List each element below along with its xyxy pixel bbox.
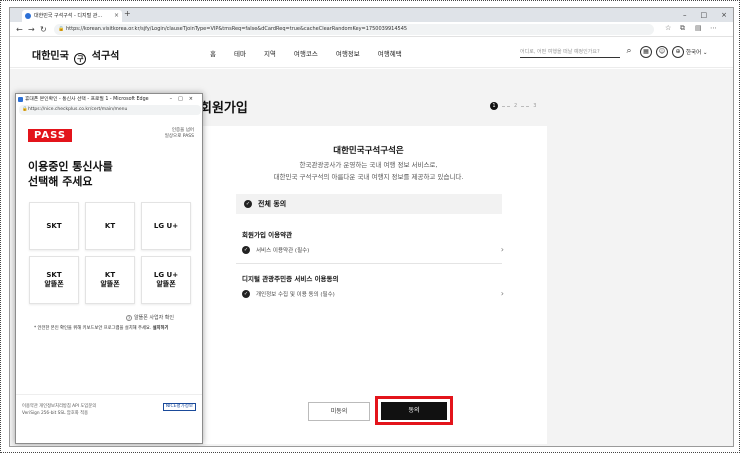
mvno-check-label: 알뜰폰 사업자 확인	[134, 315, 174, 321]
lock-icon: 🔒	[58, 26, 65, 32]
close-window-icon[interactable]: ×	[721, 8, 727, 22]
logo-emblem: 구	[74, 53, 87, 65]
terms-item-label: 서비스 이용약관 (필수)	[256, 248, 310, 254]
minimize-icon[interactable]: –	[683, 8, 687, 22]
footer-links[interactable]: 이용약관 개인정보처리방침 API 도입문의	[22, 403, 96, 409]
url-text: https://korean.visitkorea.or.kr/sjfy/Log…	[66, 26, 408, 32]
card-subtitle-1: 한국관광공사가 운영하는 국내 여행 정보 서비스로,	[299, 161, 438, 169]
favorites-icon[interactable]: ☆	[665, 24, 671, 32]
close-tab-icon[interactable]: ×	[114, 10, 119, 22]
divider	[236, 263, 502, 264]
card-subtitle-2: 대한민국 구석구석의 아름다운 국내 여행지 정보를 제공하고 있습니다.	[273, 173, 464, 181]
terms-item-service[interactable]: ✓ 서비스 이용약관 (필수) ›	[242, 245, 504, 254]
lock-icon: 🔒	[22, 107, 28, 112]
back-icon[interactable]: ←	[16, 23, 23, 36]
card-title: 대한민국구석구석은	[333, 146, 404, 156]
carrier-lgu[interactable]: LG U+	[141, 202, 191, 250]
user-icon[interactable]: ☺	[656, 46, 668, 58]
new-tab-icon[interactable]: +	[124, 9, 131, 18]
address-bar-row: ← → ↻ 🔒 https://korean.visitkorea.or.kr/…	[10, 22, 733, 37]
nav-item-theme[interactable]: 테마	[234, 48, 246, 58]
language-select[interactable]: 한국어 ⌄	[686, 48, 708, 56]
popup-url-field[interactable]: 🔒 https://nice.checkplus.co.kr/cert/main…	[19, 105, 201, 115]
refresh-icon[interactable]: ↻	[40, 23, 47, 36]
url-field[interactable]: 🔒 https://korean.visitkorea.or.kr/sjfy/L…	[54, 24, 654, 35]
pass-tagline: 인증을 넘어 일상으로 PASS	[134, 128, 194, 140]
terms-item-label: 개인정보 수집 및 이용 동의 (필수)	[256, 292, 335, 298]
disagree-button[interactable]: 미동의	[308, 402, 370, 421]
page-title: 회원가입	[200, 101, 248, 116]
check-circle-icon: ✓	[242, 290, 250, 298]
section-title-signup-terms: 회원가입 이용약관	[242, 231, 293, 239]
carrier-skt-mvno[interactable]: SKT 알뜰폰	[29, 256, 79, 304]
maximize-icon[interactable]: □	[701, 8, 708, 22]
browser-tab[interactable]: 대한민국 구석구석 - 디지털 관... ×	[22, 10, 122, 22]
main-nav: 홈 테마 지역 여행코스 여행정보 여행혜택	[210, 48, 420, 58]
install-link[interactable]: 설치하기	[153, 326, 169, 331]
agree-button[interactable]: 동의	[381, 402, 447, 420]
screenshot-frame: 대한민국 구석구석 - 디지털 관... × + – □ × ← → ↻ 🔒 h…	[0, 0, 740, 453]
nav-item-region[interactable]: 지역	[264, 48, 276, 58]
question-icon: ?	[126, 315, 132, 321]
carrier-kt-mvno[interactable]: KT 알뜰폰	[85, 256, 135, 304]
popup-title: 휴대폰 본인확인 - 통신사 선택 - 프로필 1 - Microsoft Ed…	[25, 97, 149, 102]
section-title-digital-resident: 디지털 관광주민증 서비스 이용동의	[242, 275, 339, 283]
check-circle-icon: ✓	[244, 200, 252, 208]
nav-item-benefit[interactable]: 여행혜택	[378, 48, 402, 58]
step-indicator: 1 2 3	[490, 102, 536, 110]
search-icon[interactable]: ⌕	[623, 46, 635, 58]
collections-icon[interactable]: ▤	[695, 24, 702, 32]
forward-icon[interactable]: →	[28, 23, 35, 36]
pass-logo: PASS	[28, 129, 72, 142]
agree-all-checkbox[interactable]: ✓ 전체 동의	[236, 194, 502, 214]
site-header: 대한민국 구 석구석 홈 테마 지역 여행코스 여행정보 여행혜택 어디로, 어…	[10, 38, 733, 68]
language-label: 한국어	[686, 50, 702, 56]
tab-strip: 대한민국 구석구석 - 디지털 관... × + – □ ×	[10, 8, 733, 22]
logo-text-right: 석구석	[91, 51, 120, 62]
security-note-text: * 안전한 본인 확인을 위해 키보드보안 프로그램을 설치해 주세요.	[34, 326, 152, 331]
carrier-heading-1: 이용중인 통신사를	[28, 160, 113, 173]
terms-card: 대한민국구석구석은 한국관광공사가 운영하는 국내 여행 정보 서비스로, 대한…	[190, 126, 547, 444]
chevron-right-icon[interactable]: ›	[501, 289, 504, 298]
popup-favicon-icon	[18, 97, 23, 102]
window-controls: – □ ×	[683, 8, 727, 22]
step-3: 3	[533, 103, 537, 109]
extensions-icon[interactable]: ⧉	[680, 24, 685, 33]
carrier-lgu-mvno[interactable]: LG U+ 알뜰폰	[141, 256, 191, 304]
pass-tagline-2: 일상으로 PASS	[164, 134, 194, 139]
calendar-icon[interactable]: ▦	[640, 46, 652, 58]
site-logo[interactable]: 대한민국 구 석구석	[32, 47, 119, 65]
popup-titlebar: 휴대폰 본인확인 - 통신사 선택 - 프로필 1 - Microsoft Ed…	[16, 94, 202, 105]
nice-logo: NICE평가정보	[162, 403, 196, 411]
footer-ssl-note: VeriSign 256-bit SSL 암호화 적용	[22, 411, 89, 416]
popup-window-controls[interactable]: –□×	[170, 94, 199, 105]
terms-item-privacy[interactable]: ✓ 개인정보 수집 및 이용 동의 (필수) ›	[242, 289, 504, 298]
check-circle-icon: ✓	[242, 246, 250, 254]
carrier-heading-2: 선택해 주세요	[28, 175, 93, 188]
nav-item-info[interactable]: 여행정보	[336, 48, 360, 58]
pass-popup-window: 휴대폰 본인확인 - 통신사 선택 - 프로필 1 - Microsoft Ed…	[15, 93, 203, 444]
step-divider	[502, 105, 510, 107]
chevron-right-icon[interactable]: ›	[501, 245, 504, 254]
tab-title: 대한민국 구석구석 - 디지털 관...	[34, 13, 103, 19]
step-1: 1	[490, 102, 498, 110]
carrier-kt[interactable]: KT	[85, 202, 135, 250]
browser-window: 대한민국 구석구석 - 디지털 관... × + – □ × ← → ↻ 🔒 h…	[9, 7, 734, 447]
logo-text-left: 대한민국	[32, 51, 69, 62]
agree-all-label: 전체 동의	[258, 200, 287, 208]
site-favicon-icon	[25, 13, 31, 19]
carrier-heading: 이용중인 통신사를 선택해 주세요	[28, 159, 113, 189]
popup-url-text: https://nice.checkplus.co.kr/cert/main/m…	[28, 107, 128, 112]
mvno-check-link[interactable]: ? 알뜰폰 사업자 확인	[126, 314, 174, 321]
globe-icon[interactable]: ⊕	[672, 46, 684, 58]
more-icon[interactable]: ⋯	[710, 24, 717, 32]
popup-footer: 이용약관 개인정보처리방침 API 도입문의 VeriSign 256-bit …	[16, 394, 202, 442]
step-2: 2	[514, 103, 518, 109]
step-divider	[521, 105, 530, 107]
nav-item-course[interactable]: 여행코스	[294, 48, 318, 58]
site-search-input[interactable]: 어디로, 어떤 여행을 떠날 예정인가요?	[520, 47, 620, 58]
carrier-skt[interactable]: SKT	[29, 202, 79, 250]
security-note: * 안전한 본인 확인을 위해 키보드보안 프로그램을 설치해 주세요. 설치하…	[34, 325, 168, 331]
nav-item-home[interactable]: 홈	[210, 48, 216, 58]
